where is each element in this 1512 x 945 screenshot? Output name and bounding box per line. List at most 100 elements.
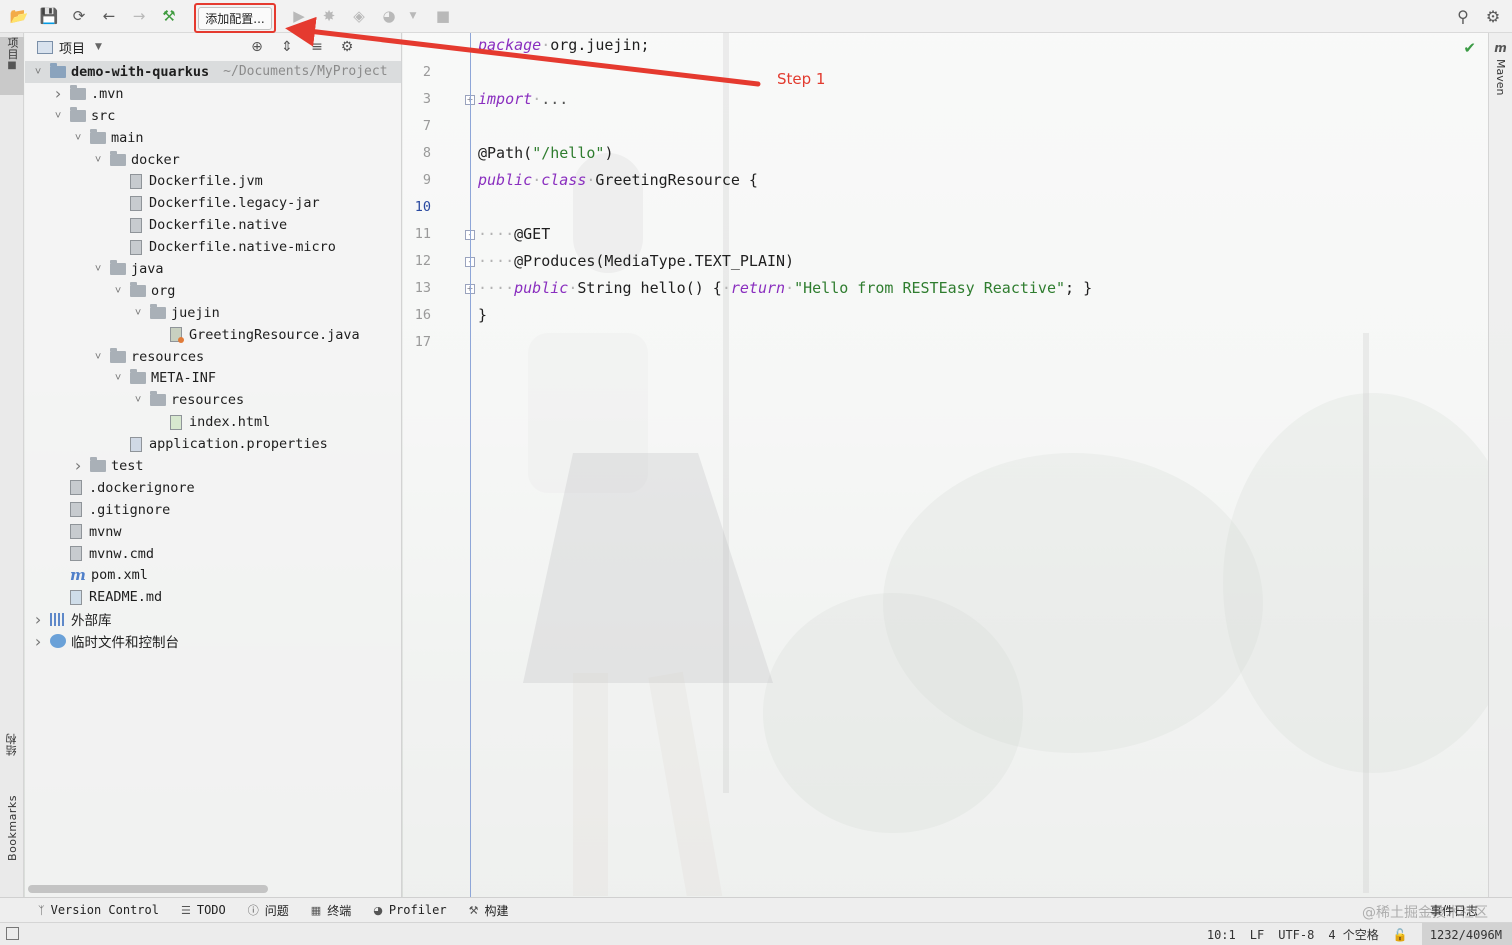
tree-item[interactable]: mvnw.cmd (25, 543, 402, 565)
folder-icon (70, 84, 86, 100)
tree-item[interactable]: ˅ resources (25, 346, 402, 368)
project-panel-tools: ⊕ ⇕ ≡ ⚙ (247, 37, 367, 57)
forward-arrow-icon[interactable]: → (128, 5, 150, 27)
folded-code[interactable]: ... (541, 90, 568, 108)
tool-window-profiler[interactable]: ◕ Profiler (373, 903, 446, 917)
chevron-right-icon[interactable]: › (31, 632, 45, 651)
code-line-11: ····@GET (478, 225, 551, 243)
run-icon[interactable]: ▶ (288, 5, 310, 27)
tree-item-label: main (111, 129, 144, 146)
chevron-down-icon[interactable]: ˅ (111, 371, 125, 385)
tree-item[interactable]: ˅ demo-with-quarkus ~/Documents/MyProject (25, 61, 402, 83)
code-text: org.juejin; (550, 36, 650, 54)
tree-item[interactable]: › 临时文件和控制台 (25, 630, 402, 652)
horizontal-scrollbar[interactable] (28, 885, 268, 893)
chevron-down-icon[interactable]: ˅ (91, 262, 105, 276)
tree-item[interactable]: ˅ java (25, 258, 402, 280)
file-icon (130, 173, 142, 189)
tree-item[interactable]: › test (25, 455, 402, 477)
tree-item[interactable]: m pom.xml (25, 564, 402, 586)
tree-item[interactable]: ˅ resources (25, 389, 402, 411)
memory-indicator[interactable]: 1232/4096M (1421, 923, 1512, 945)
chevron-down-icon[interactable]: ˅ (51, 109, 65, 123)
chevron-down-icon[interactable]: ˅ (111, 284, 125, 298)
caret-position[interactable]: 10:1 (1207, 928, 1236, 942)
tree-item[interactable]: Dockerfile.legacy-jar (25, 192, 402, 214)
coverage-icon[interactable]: ◈ (348, 5, 370, 27)
settings-gear-icon[interactable]: ⚙ (1482, 5, 1504, 27)
chevron-right-icon[interactable]: › (71, 456, 85, 475)
indent-setting[interactable]: 4 个空格 (1328, 926, 1378, 943)
chevron-down-icon[interactable]: ˅ (131, 306, 145, 320)
tree-item[interactable]: ˅ juejin (25, 302, 402, 324)
annotation: @Produces(MediaType.TEXT_PLAIN) (514, 252, 795, 270)
tree-item[interactable]: Dockerfile.jvm (25, 170, 402, 192)
tree-item-label: 外部库 (71, 613, 112, 630)
profile-icon[interactable]: ◕ (378, 5, 400, 27)
tree-item[interactable]: ˅ org (25, 280, 402, 302)
chevron-down-icon[interactable]: ˅ (131, 393, 145, 407)
tree-item[interactable]: ˅ main (25, 127, 402, 149)
tree-item[interactable]: ˅ META-INF (25, 367, 402, 389)
tree-item[interactable]: application.properties (25, 433, 402, 455)
debug-icon[interactable]: ✸ (318, 5, 340, 27)
tree-item[interactable]: Dockerfile.native-micro (25, 236, 402, 258)
chevron-right-icon[interactable]: › (31, 610, 45, 629)
module-path-hint: ~/Documents/MyProject (223, 64, 388, 80)
read-only-lock-icon[interactable]: 🔓 (1393, 928, 1408, 942)
tree-item[interactable]: .gitignore (25, 499, 402, 521)
chevron-down-icon[interactable]: ˅ (71, 131, 85, 145)
chevron-down-icon[interactable]: ˅ (91, 153, 105, 167)
tree-item-label: Dockerfile.native (149, 217, 288, 234)
tree-item[interactable]: › 外部库 (25, 608, 402, 630)
keyword: import (478, 90, 533, 108)
tree-item[interactable]: GreetingResource.java (25, 324, 402, 346)
more-run-dropdown-icon[interactable]: ▼ (402, 5, 424, 27)
tree-item[interactable]: mvnw (25, 521, 402, 543)
tree-item-label: juejin (171, 304, 220, 321)
tree-item[interactable]: README.md (25, 586, 402, 608)
search-icon[interactable]: ⚲ (1452, 5, 1474, 27)
add-configuration-button[interactable]: 添加配置... (194, 3, 276, 33)
tool-window-terminal[interactable]: ▦ 终端 (311, 902, 351, 919)
tree-item[interactable]: Dockerfile.native (25, 214, 402, 236)
code-line-1: package·org.juejin; (478, 36, 650, 54)
stop-icon[interactable]: ■ (432, 5, 454, 27)
tree-item[interactable]: ˅ src (25, 105, 402, 127)
tree-item-label: pom.xml (91, 567, 148, 584)
toggle-tool-windows-icon[interactable] (6, 927, 19, 940)
file-encoding[interactable]: UTF-8 (1278, 928, 1314, 942)
tree-item[interactable]: .dockerignore (25, 477, 402, 499)
tree-item[interactable]: index.html (25, 411, 402, 433)
locate-target-icon[interactable]: ⊕ (247, 37, 267, 57)
tool-window-build[interactable]: ⚒ 构建 (469, 902, 509, 919)
tree-item[interactable]: › .mvn (25, 83, 402, 105)
build-hammer-icon[interactable]: ⚒ (158, 5, 180, 27)
open-folder-icon[interactable]: 📂 (8, 5, 30, 27)
back-arrow-icon[interactable]: ← (98, 5, 120, 27)
code-editor[interactable]: 2 3 7 8 9 10 11 12 13 16 17 + - - + pack… (403, 33, 1488, 897)
tool-tab-maven[interactable]: m Maven (1494, 41, 1507, 95)
tool-tab-bookmarks[interactable]: Bookmarks (0, 795, 24, 887)
tool-tab-project[interactable]: 项目 ■ (0, 37, 24, 95)
tool-window-bar: ᛉ Version Control ☰ TODO ⓘ 问题 ▦ 终端 ◕ Profiler… (0, 897, 1512, 922)
line-separator[interactable]: LF (1250, 928, 1264, 942)
tool-window-problems[interactable]: ⓘ 问题 (248, 902, 289, 919)
tool-tab-structure[interactable]: 结构 (0, 733, 24, 781)
tree-item-label: java (131, 260, 164, 277)
chevron-down-icon[interactable]: ˅ (31, 65, 45, 79)
panel-options-gear-icon[interactable]: ⚙ (337, 37, 357, 57)
tool-window-todo[interactable]: ☰ TODO (181, 903, 226, 917)
save-icon[interactable]: 💾 (38, 5, 60, 27)
file-icon (130, 195, 142, 211)
chevron-right-icon[interactable]: › (51, 84, 65, 103)
annotation: @GET (514, 225, 551, 243)
chevron-down-icon[interactable]: ▼ (95, 42, 102, 52)
tool-window-version-control[interactable]: ᛉ Version Control (38, 903, 159, 917)
collapse-all-icon[interactable]: ≡ (307, 37, 327, 57)
chevron-down-icon[interactable]: ˅ (91, 350, 105, 364)
expand-all-icon[interactable]: ⇕ (277, 37, 297, 57)
tree-item[interactable]: ˅ docker (25, 149, 402, 171)
no-problems-check-icon[interactable]: ✔ (1463, 39, 1476, 57)
sync-icon[interactable]: ⟳ (68, 5, 90, 27)
